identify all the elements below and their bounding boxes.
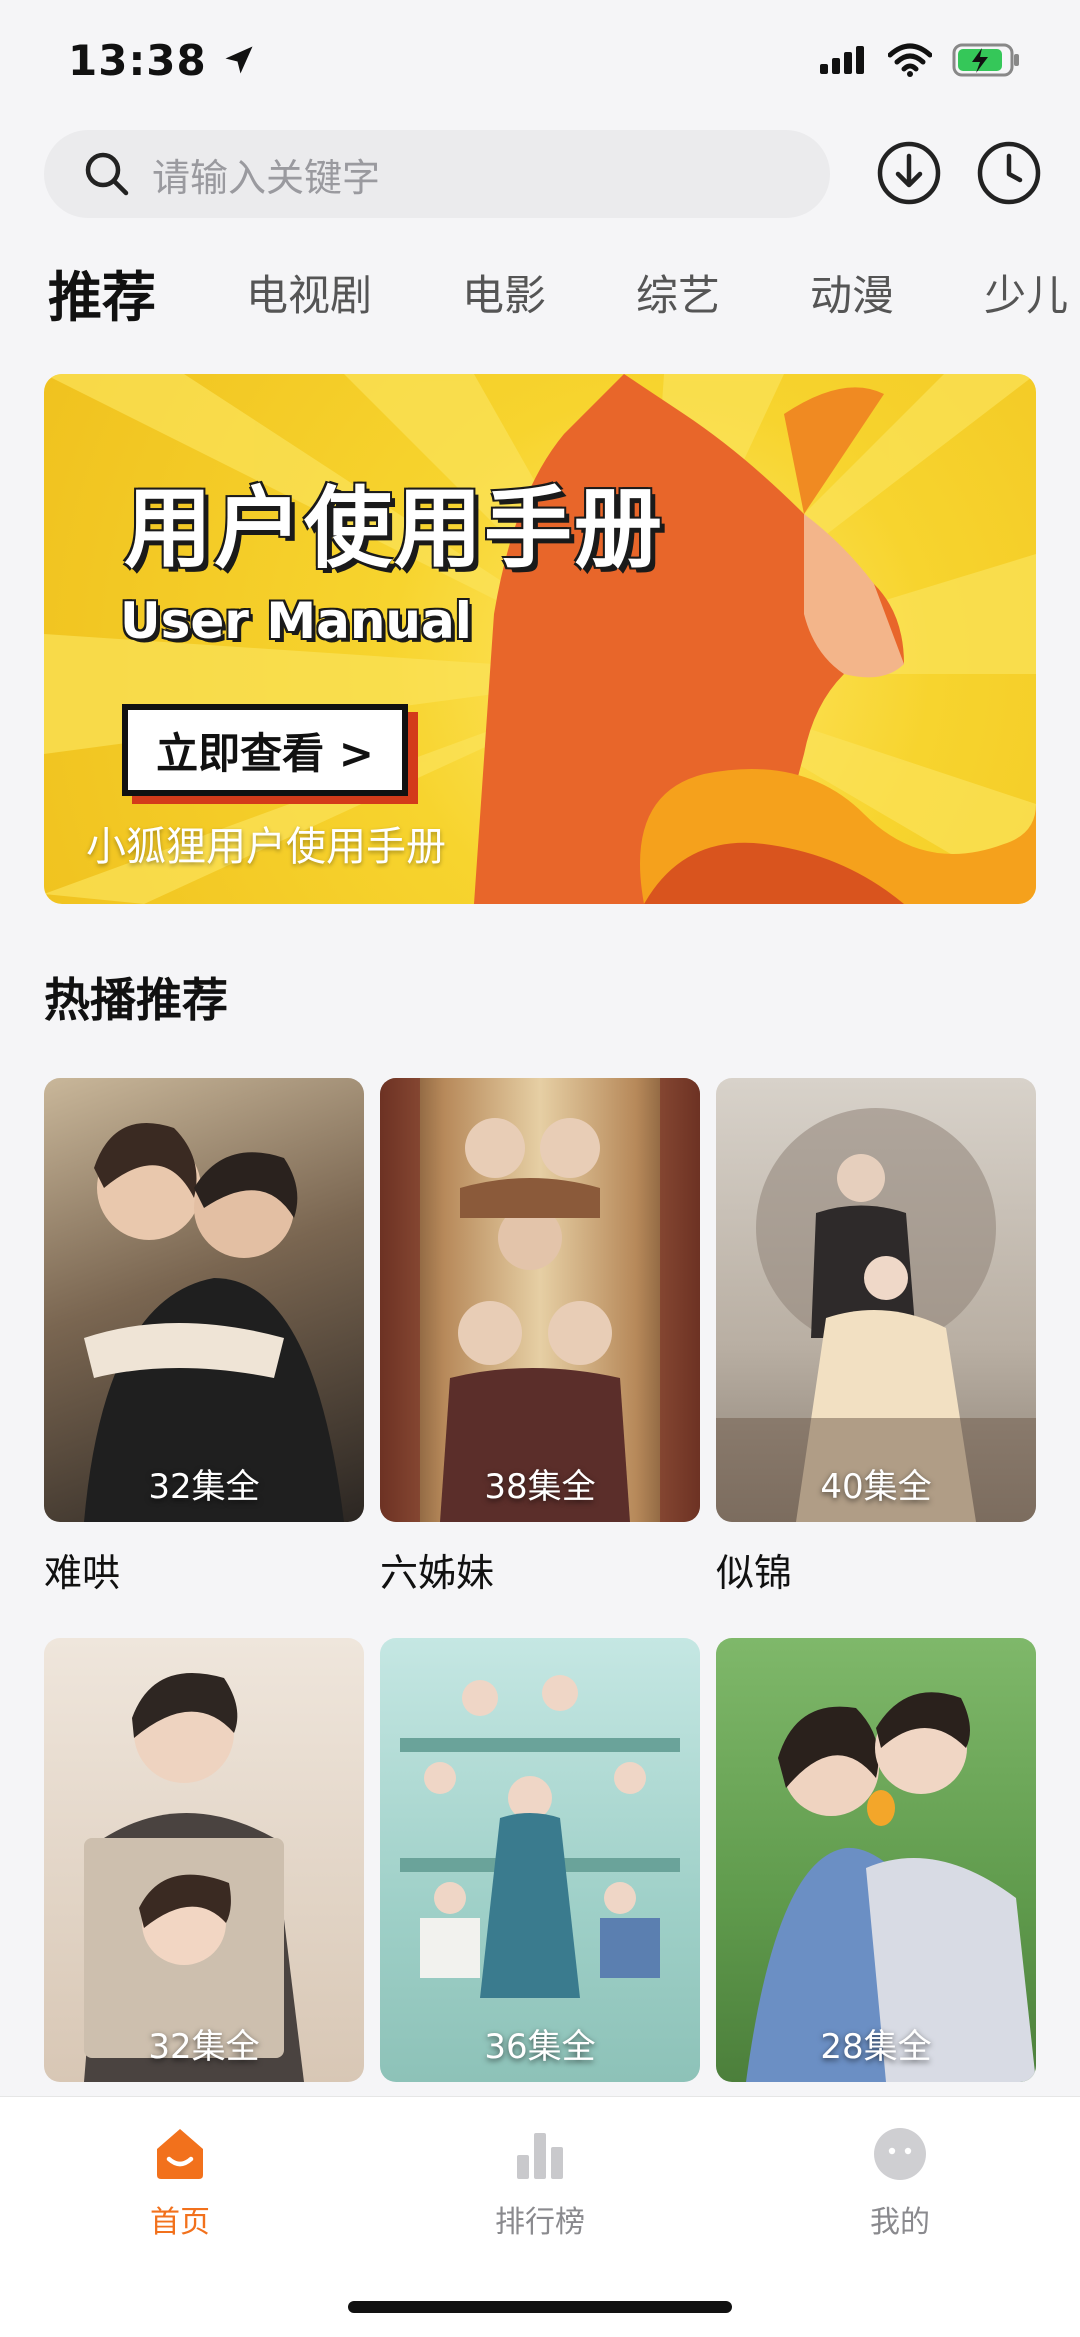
battery-charging-icon bbox=[952, 43, 1019, 77]
banner-title: 用户使用手册 bbox=[124, 477, 665, 580]
show-title[interactable]: 六姊妹 bbox=[380, 1522, 700, 1638]
tab-variety[interactable]: 综艺 bbox=[636, 262, 720, 323]
nav-profile[interactable]: 我的 bbox=[800, 2125, 1000, 2241]
home-icon bbox=[157, 2129, 203, 2179]
search-icon bbox=[85, 152, 129, 196]
tab-anime[interactable]: 动漫 bbox=[810, 262, 894, 323]
show-card[interactable]: 40集全 似锦 bbox=[716, 1078, 1036, 1638]
nav-ranking[interactable]: 排行榜 bbox=[440, 2125, 640, 2241]
episode-count: 32集全 bbox=[148, 1467, 260, 1507]
show-title[interactable]: 难哄 bbox=[44, 1522, 364, 1638]
poster-figures bbox=[746, 1692, 1036, 2082]
search-input[interactable]: 请输入关键字 bbox=[44, 130, 830, 218]
search-placeholder: 请输入关键字 bbox=[152, 155, 381, 200]
episode-count: 28集全 bbox=[820, 2027, 932, 2067]
tab-tv-series[interactable]: 电视剧 bbox=[246, 262, 372, 323]
poster-image[interactable]: 40集全 bbox=[716, 1078, 1036, 1522]
tab-recommend[interactable]: 推荐 bbox=[48, 253, 156, 332]
episode-count: 38集全 bbox=[484, 1467, 596, 1507]
episode-count: 36集全 bbox=[484, 2027, 596, 2067]
download-icon[interactable] bbox=[876, 140, 942, 206]
home-indicator bbox=[348, 2301, 732, 2313]
status-bar: 13:38 bbox=[0, 0, 1080, 120]
poster-image[interactable]: 32集全 bbox=[44, 1078, 364, 1522]
poster-figures bbox=[84, 1673, 304, 2082]
profile-face-icon bbox=[874, 2128, 926, 2180]
user-manual-banner[interactable]: 用户使用手册 User Manual 立即查看 > 小狐狸用户使用手册 bbox=[44, 374, 1036, 904]
tab-kids[interactable]: 少儿 bbox=[984, 262, 1068, 323]
cellular-signal-icon bbox=[820, 46, 864, 74]
poster-image[interactable]: 36集全 bbox=[380, 1638, 700, 2082]
show-card[interactable]: 38集全 六姊妹 bbox=[380, 1078, 700, 1638]
view-now-button[interactable]: 立即查看 > bbox=[122, 704, 408, 796]
poster-figures bbox=[84, 1123, 344, 1522]
poster-image[interactable]: 28集全 bbox=[716, 1638, 1036, 2082]
nav-home[interactable]: 首页 bbox=[80, 2125, 280, 2241]
search-row: 请输入关键字 bbox=[44, 128, 1044, 220]
banner-caption: 小狐狸用户使用手册 bbox=[86, 824, 446, 870]
poster-image[interactable]: 38集全 bbox=[380, 1078, 700, 1522]
show-card[interactable]: 36集全 bbox=[380, 1638, 700, 2082]
bar-chart-icon bbox=[517, 2133, 563, 2179]
wifi-icon bbox=[888, 43, 932, 77]
history-clock-icon[interactable] bbox=[976, 140, 1042, 206]
status-time: 13:38 bbox=[68, 35, 207, 85]
show-card[interactable]: 32集全 bbox=[44, 1638, 364, 2082]
poster-figures bbox=[400, 1675, 680, 1998]
location-arrow-icon bbox=[225, 46, 253, 74]
show-grid: 32集全 难哄 38集全 六姊妹 40集全 似锦 32集全 36集全 28集全 bbox=[44, 1078, 1036, 2082]
show-card[interactable]: 28集全 bbox=[716, 1638, 1036, 2082]
episode-count: 40集全 bbox=[820, 1467, 932, 1507]
poster-figures bbox=[380, 1078, 700, 1522]
category-tabs: 推荐 电视剧 电影 综艺 动漫 少儿 bbox=[0, 246, 1080, 338]
poster-image[interactable]: 32集全 bbox=[44, 1638, 364, 2082]
show-card[interactable]: 32集全 难哄 bbox=[44, 1078, 364, 1638]
nav-label-profile: 我的 bbox=[870, 2205, 930, 2240]
show-title[interactable]: 似锦 bbox=[716, 1522, 1036, 1638]
nav-label-home: 首页 bbox=[150, 2205, 210, 2240]
poster-figures bbox=[716, 1108, 1036, 1522]
section-title: 热播推荐 bbox=[44, 973, 228, 1027]
tab-movies[interactable]: 电影 bbox=[462, 262, 546, 323]
banner-subtitle: User Manual bbox=[120, 592, 472, 650]
nav-label-ranking: 排行榜 bbox=[495, 2205, 585, 2240]
episode-count: 32集全 bbox=[148, 2027, 260, 2067]
